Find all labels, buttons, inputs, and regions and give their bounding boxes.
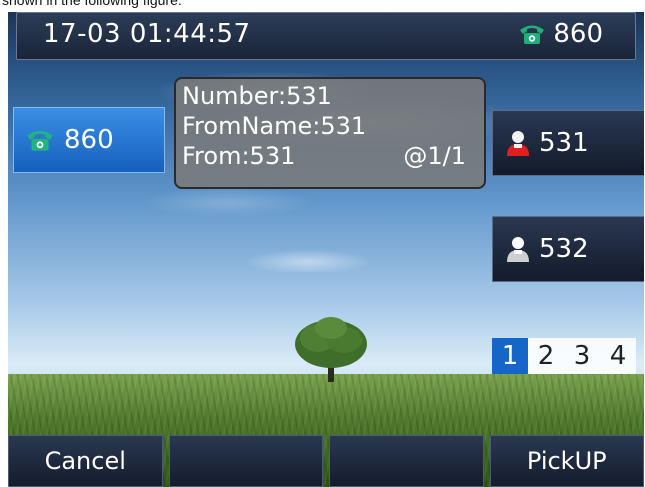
contact-ringing-icon bbox=[505, 129, 531, 157]
line-key-label: 860 bbox=[64, 125, 114, 155]
figure-caption: shown in the following figure. bbox=[2, 0, 182, 8]
popup-number: Number:531 bbox=[182, 82, 332, 110]
line-key-532[interactable]: 532 bbox=[492, 216, 644, 282]
page-1[interactable]: 1 bbox=[492, 338, 528, 374]
line-key-531[interactable]: 531 bbox=[492, 110, 644, 176]
status-bar: 17-03 01:44:57 860 bbox=[16, 12, 636, 60]
phone-icon bbox=[24, 127, 56, 153]
line-key-label: 532 bbox=[539, 234, 589, 264]
popup-from-row: From:531 @1/1 bbox=[182, 141, 478, 171]
pickup-softkey[interactable]: PickUP bbox=[489, 435, 644, 487]
line-key-860[interactable]: 860 bbox=[13, 107, 165, 173]
tree-image bbox=[295, 317, 367, 382]
page-2[interactable]: 2 bbox=[528, 338, 564, 374]
status-account: 860 bbox=[517, 19, 603, 49]
page-indicator: 1 2 3 4 bbox=[492, 338, 636, 374]
phone-icon bbox=[517, 22, 547, 46]
page-4[interactable]: 4 bbox=[600, 338, 636, 374]
phone-screen: 17-03 01:44:57 860 860 Number:531 FromNa… bbox=[8, 12, 644, 487]
page-3[interactable]: 3 bbox=[564, 338, 600, 374]
status-account-label: 860 bbox=[553, 19, 603, 49]
softkey-3[interactable] bbox=[329, 435, 484, 487]
softkey-2[interactable] bbox=[168, 435, 323, 487]
incoming-call-popup: Number:531 FromName:531 From:531 @1/1 bbox=[174, 77, 486, 189]
popup-pager: @1/1 bbox=[403, 142, 466, 170]
cancel-softkey[interactable]: Cancel bbox=[8, 435, 163, 487]
datetime: 17-03 01:44:57 bbox=[43, 19, 251, 49]
popup-from-name: FromName:531 bbox=[182, 112, 367, 140]
popup-from: From:531 bbox=[182, 142, 296, 170]
contact-idle-icon bbox=[505, 235, 531, 263]
softkey-bar: Cancel PickUP bbox=[8, 435, 644, 487]
line-key-label: 531 bbox=[539, 128, 589, 158]
